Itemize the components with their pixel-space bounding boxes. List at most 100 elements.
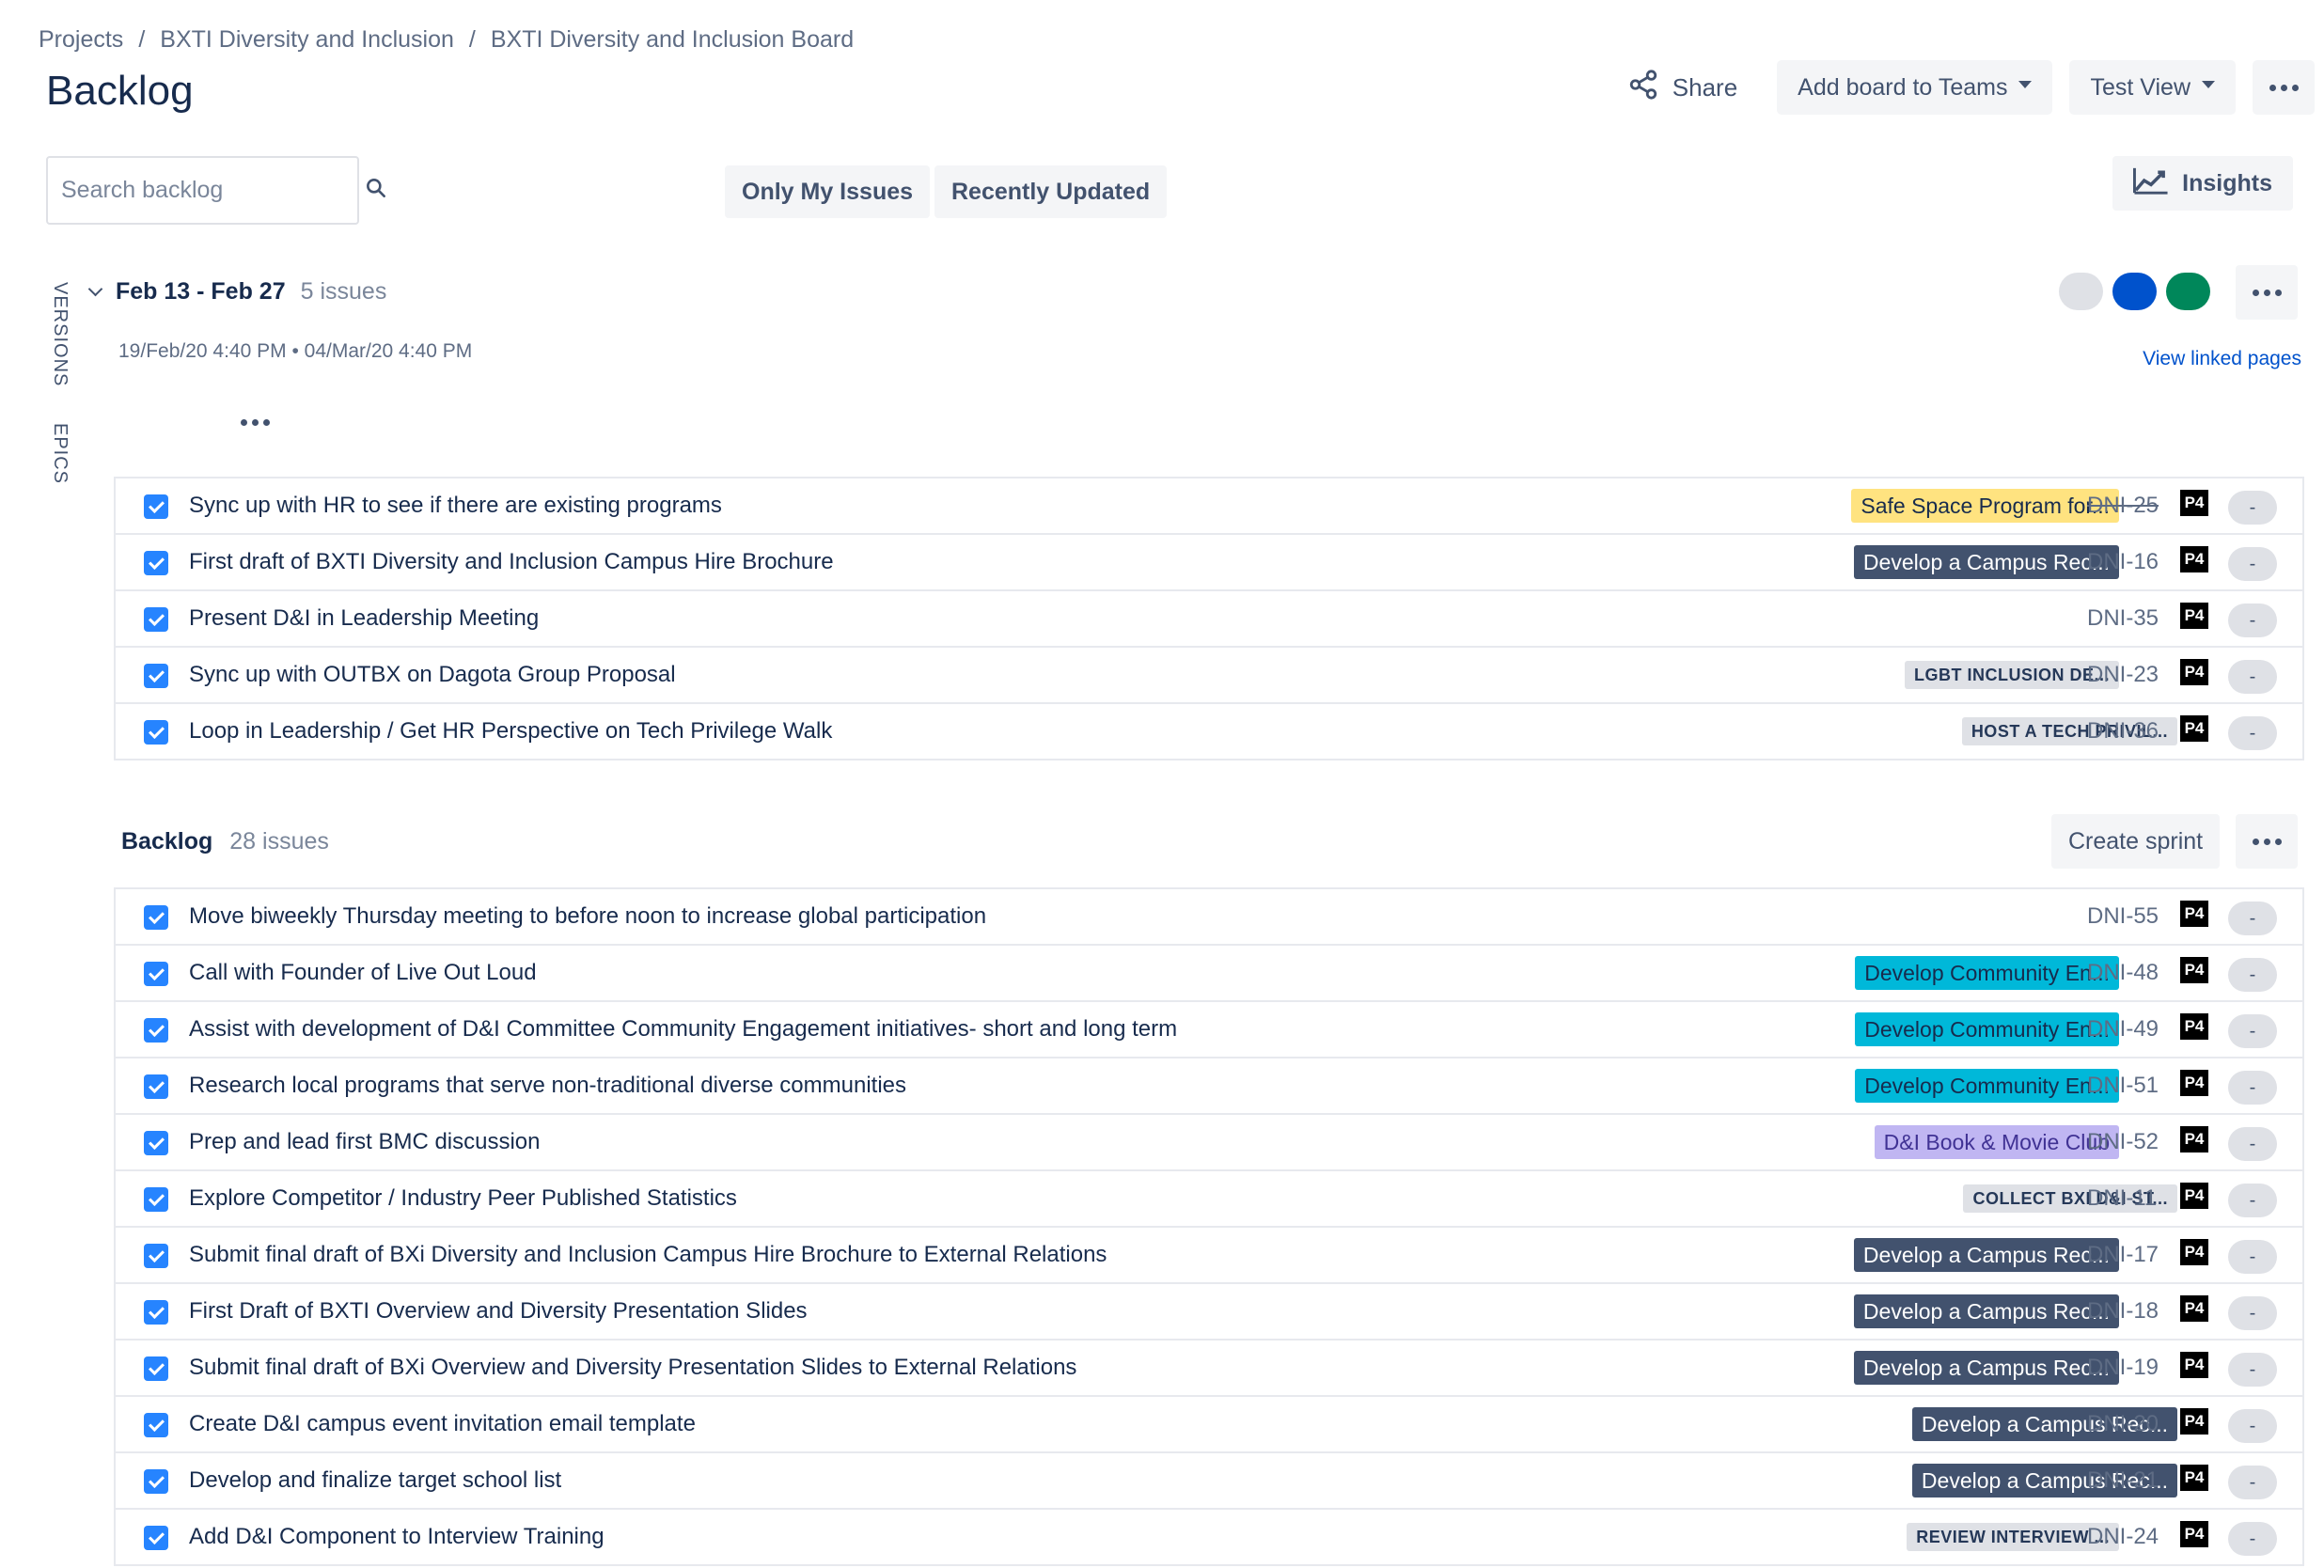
- sprint-more-button[interactable]: [2236, 265, 2298, 320]
- issue-summary[interactable]: Sync up with HR to see if there are exis…: [189, 493, 722, 519]
- issue-summary[interactable]: First draft of BXTI Diversity and Inclus…: [189, 549, 834, 575]
- issue-key[interactable]: DNI-11: [2087, 1185, 2157, 1212]
- recently-updated-filter[interactable]: Recently Updated: [934, 165, 1168, 218]
- epic-label[interactable]: D&I Book & Movie Club: [1874, 1125, 2119, 1159]
- estimate-badge: -: [2228, 1409, 2277, 1443]
- epic-label[interactable]: Develop Community En...: [1855, 1069, 2119, 1103]
- epic-label[interactable]: Develop a Campus Rec...: [1853, 1238, 2119, 1272]
- issue-summary[interactable]: Present D&I in Leadership Meeting: [189, 605, 539, 632]
- epic-label[interactable]: Develop a Campus Rec...: [1853, 545, 2119, 579]
- issue-summary[interactable]: Add D&I Component to Interview Training: [189, 1524, 605, 1550]
- issue-summary[interactable]: Loop in Leadership / Get HR Perspective …: [189, 718, 832, 745]
- issue-row[interactable]: Submit final draft of BXi Diversity and …: [116, 1228, 2302, 1284]
- issue-row[interactable]: Develop and finalize target school list D…: [116, 1453, 2302, 1510]
- issue-summary[interactable]: Research local programs that serve non-t…: [189, 1073, 906, 1099]
- issue-summary[interactable]: Sync up with OUTBX on Dagota Group Propo…: [189, 662, 676, 688]
- issue-summary[interactable]: Assist with development of D&I Committee…: [189, 1016, 1177, 1043]
- estimate-badge: -: [2228, 1014, 2277, 1048]
- issue-key[interactable]: DNI-35: [2087, 605, 2159, 632]
- issue-summary[interactable]: Submit final draft of BXi Overview and D…: [189, 1355, 1076, 1381]
- header-actions: Share Add board to Teams Test View: [1605, 60, 2315, 115]
- issue-key[interactable]: DNI-20: [2087, 1411, 2159, 1437]
- issue-key[interactable]: DNI-25: [2087, 493, 2159, 519]
- issue-row[interactable]: Add D&I Component to Interview Training R…: [116, 1510, 2302, 1566]
- issue-summary[interactable]: Explore Competitor / Industry Peer Publi…: [189, 1185, 737, 1212]
- epics-tab[interactable]: EPICS: [49, 423, 71, 484]
- priority-icon: P4: [2180, 957, 2208, 983]
- header-more-button[interactable]: [2253, 60, 2315, 115]
- issue-row[interactable]: Create D&I campus event invitation email…: [116, 1397, 2302, 1453]
- issue-key[interactable]: DNI-52: [2087, 1129, 2159, 1155]
- breadcrumb-board[interactable]: BXTI Diversity and Inclusion Board: [491, 26, 854, 54]
- issue-key[interactable]: DNI-48: [2087, 960, 2159, 986]
- create-sprint-button[interactable]: Create sprint: [2051, 814, 2221, 869]
- issue-row[interactable]: Sync up with OUTBX on Dagota Group Propo…: [116, 648, 2302, 704]
- add-board-to-teams-button[interactable]: Add board to Teams: [1777, 60, 2053, 115]
- issue-key[interactable]: DNI-18: [2087, 1298, 2159, 1325]
- epic-label[interactable]: Safe Space Program for...: [1851, 489, 2119, 523]
- issue-row[interactable]: Call with Founder of Live Out Loud Develo…: [116, 946, 2302, 1002]
- issue-key[interactable]: DNI-24: [2087, 1524, 2159, 1550]
- issue-row[interactable]: Move biweekly Thursday meeting to before…: [116, 889, 2302, 946]
- sprint-name: Feb 13 - Feb 27: [116, 278, 286, 305]
- view-linked-pages-link[interactable]: View linked pages: [2143, 348, 2301, 370]
- story-type-icon: [144, 664, 168, 688]
- sprint-actions-more-icon[interactable]: [241, 419, 270, 426]
- priority-icon: P4: [2180, 603, 2208, 629]
- issue-key[interactable]: DNI-17: [2087, 1242, 2159, 1268]
- insights-button[interactable]: Insights: [2112, 156, 2293, 211]
- only-my-issues-filter[interactable]: Only My Issues: [725, 165, 931, 218]
- issue-key[interactable]: DNI-19: [2087, 1355, 2159, 1381]
- issue-key[interactable]: DNI-36: [2087, 718, 2159, 745]
- view-select-button[interactable]: Test View: [2069, 60, 2236, 115]
- epic-label[interactable]: Develop a Campus Rec...: [1853, 1351, 2119, 1385]
- issue-row[interactable]: First draft of BXTI Diversity and Inclus…: [116, 535, 2302, 591]
- issue-key[interactable]: DNI-49: [2087, 1016, 2159, 1043]
- backlog-issue-count: 28 issues: [229, 828, 329, 855]
- priority-icon: P4: [2180, 901, 2208, 927]
- issue-key[interactable]: DNI-51: [2087, 1073, 2159, 1099]
- share-button[interactable]: Share: [1605, 60, 1760, 115]
- breadcrumb: Projects / BXTI Diversity and Inclusion …: [39, 26, 854, 54]
- search-icon[interactable]: [364, 176, 388, 205]
- story-type-icon: [144, 494, 168, 519]
- issue-row[interactable]: Explore Competitor / Industry Peer Publi…: [116, 1171, 2302, 1228]
- chevron-down-icon[interactable]: [87, 281, 103, 297]
- breadcrumb-project[interactable]: BXTI Diversity and Inclusion: [160, 26, 454, 54]
- issue-row[interactable]: Research local programs that serve non-t…: [116, 1058, 2302, 1115]
- issue-summary[interactable]: Submit final draft of BXi Diversity and …: [189, 1242, 1107, 1268]
- story-type-icon: [144, 1018, 168, 1043]
- more-icon: [2252, 838, 2282, 845]
- issue-row[interactable]: First Draft of BXTI Overview and Diversi…: [116, 1284, 2302, 1341]
- issue-key[interactable]: DNI-16: [2087, 549, 2159, 575]
- issue-row[interactable]: Present D&I in Leadership Meeting DNI-35 P…: [116, 591, 2302, 648]
- backlog-more-button[interactable]: [2236, 814, 2298, 869]
- issue-row[interactable]: Assist with development of D&I Committee…: [116, 1002, 2302, 1058]
- priority-icon: P4: [2180, 1183, 2208, 1209]
- issue-summary[interactable]: Move biweekly Thursday meeting to before…: [189, 903, 986, 930]
- search-input[interactable]: [61, 177, 364, 204]
- issue-summary[interactable]: Call with Founder of Live Out Loud: [189, 960, 537, 986]
- issue-row[interactable]: Prep and lead first BMC discussion D&I Bo…: [116, 1115, 2302, 1171]
- issue-summary[interactable]: First Draft of BXTI Overview and Diversi…: [189, 1298, 808, 1325]
- priority-icon: P4: [2180, 1352, 2208, 1378]
- search-box: [46, 156, 385, 225]
- epic-label[interactable]: Develop a Campus Rec...: [1853, 1294, 2119, 1328]
- issue-key[interactable]: DNI-23: [2087, 662, 2159, 688]
- issue-summary[interactable]: Prep and lead first BMC discussion: [189, 1129, 541, 1155]
- story-type-icon: [144, 1131, 168, 1155]
- breadcrumb-projects[interactable]: Projects: [39, 26, 123, 54]
- story-type-icon: [144, 1356, 168, 1381]
- issue-summary[interactable]: Develop and finalize target school list: [189, 1467, 561, 1494]
- story-type-icon: [144, 1244, 168, 1268]
- issue-key[interactable]: DNI-55: [2087, 903, 2159, 930]
- epic-label[interactable]: Develop Community En...: [1855, 956, 2119, 990]
- issue-row[interactable]: Loop in Leadership / Get HR Perspective …: [116, 704, 2302, 760]
- issue-row[interactable]: Submit final draft of BXi Overview and D…: [116, 1341, 2302, 1397]
- share-icon: [1627, 69, 1659, 107]
- issue-summary[interactable]: Create D&I campus event invitation email…: [189, 1411, 696, 1437]
- epic-label[interactable]: Develop Community En...: [1855, 1012, 2119, 1046]
- issue-row[interactable]: Sync up with HR to see if there are exis…: [116, 478, 2302, 535]
- versions-tab[interactable]: VERSIONS: [49, 282, 71, 386]
- issue-key[interactable]: DNI-21: [2087, 1467, 2159, 1494]
